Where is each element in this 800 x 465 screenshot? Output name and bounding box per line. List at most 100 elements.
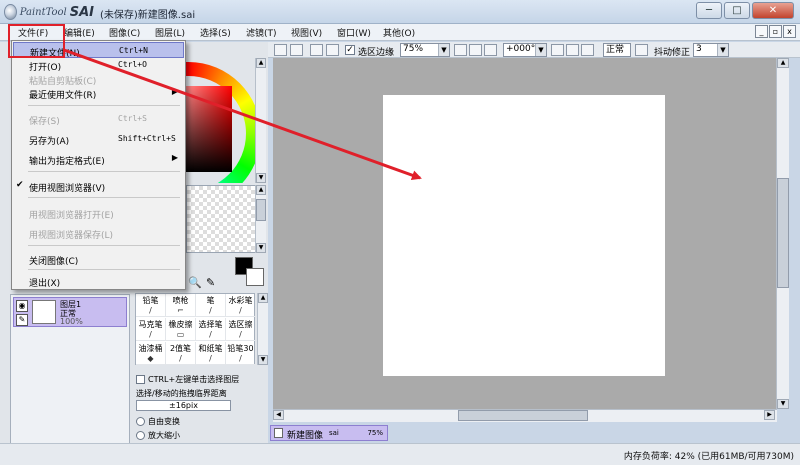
scratch-pad-scrollbar[interactable]: ▲ ▼ <box>255 185 266 253</box>
brush-label: 马克笔 <box>138 320 163 329</box>
brush-label: 2值笔 <box>169 344 192 353</box>
brush-eraser[interactable]: 橡皮擦 ▭ <box>166 318 196 341</box>
layers-panel: ◉ ✎ 图层1 正常 100% <box>10 294 130 444</box>
brush-pencil30[interactable]: 铅笔30/ <box>226 342 256 365</box>
document-tab[interactable]: 新建图像 sai 75% <box>270 425 388 441</box>
zoom-dropdown[interactable]: 75% ▼ <box>400 43 450 57</box>
brush-tool-panel: 铅笔 / 喷枪 ⌐ 笔 / 水彩笔 / 马克笔 / 橡皮擦 ▭ 选择笔 / 选区擦 / 油漆桶 ◆… <box>135 293 256 365</box>
drag-distance-field[interactable]: ±16pix <box>136 400 231 411</box>
zoom-in-button[interactable] <box>469 44 482 56</box>
doc-minimize-button[interactable]: _ <box>755 25 768 38</box>
free-transform-label: 自由变换 <box>148 417 180 426</box>
menu-item-save-as[interactable]: 另存为(A) Shift+Ctrl+S <box>13 131 184 147</box>
scroll-up-icon[interactable]: ▲ <box>256 58 266 68</box>
scale-option[interactable]: 放大缩小 <box>136 430 180 441</box>
brush-select-eraser[interactable]: 选区擦 / <box>226 318 256 341</box>
scroll-down-icon[interactable]: ▼ <box>258 355 268 365</box>
binary-pen-icon: / <box>179 354 182 363</box>
brush-pencil[interactable]: 铅笔 / <box>136 294 166 317</box>
brush-binary[interactable]: 2值笔 / <box>166 342 196 365</box>
menu-item-recent-files[interactable]: 最近使用文件(R) ▶ <box>13 85 184 101</box>
scratch-pad[interactable] <box>186 185 266 253</box>
toolbar-button[interactable] <box>290 44 303 56</box>
menu-item-save: 保存(S) Ctrl+S <box>13 111 184 127</box>
scroll-down-icon[interactable]: ▼ <box>777 399 789 409</box>
brush-watercolor[interactable]: 水彩笔 / <box>226 294 256 317</box>
visibility-eye-icon[interactable]: ◉ <box>16 300 28 312</box>
saturation-value-box[interactable] <box>186 86 232 172</box>
menu-item-close-image[interactable]: 关闭图像(C) <box>13 251 184 267</box>
scale-radio[interactable] <box>136 431 145 440</box>
drag-distance-label: 选择/移动的拖拽临界距离 <box>136 389 227 398</box>
rotate-reset-button[interactable] <box>581 44 594 56</box>
zoom-value: 75% <box>403 44 424 54</box>
menu-filter[interactable]: 滤镜(T) <box>246 26 277 39</box>
menu-item-use-viewer[interactable]: ✔ 使用视图浏览器(V) <box>13 178 184 194</box>
eyedropper-icon[interactable]: ✎ <box>206 276 215 289</box>
brush-label: 选择笔 <box>198 320 223 329</box>
scroll-up-icon[interactable]: ▲ <box>777 58 789 68</box>
layer-item[interactable]: ◉ ✎ 图层1 正常 100% <box>13 297 127 327</box>
menu-layer[interactable]: 图层(L) <box>155 26 185 39</box>
brush-marker[interactable]: 马克笔 / <box>136 318 166 341</box>
brush-airbrush[interactable]: 喷枪 ⌐ <box>166 294 196 317</box>
scroll-down-icon[interactable]: ▼ <box>256 173 266 183</box>
stabilizer-dropdown[interactable]: 3 ▼ <box>693 43 729 57</box>
menu-item-label: 用视图浏览器保存(L) <box>29 231 114 241</box>
menu-item-label: 另存为(A) <box>29 137 70 147</box>
zoom-out-button[interactable] <box>454 44 467 56</box>
mode-button[interactable]: 正常 <box>603 43 631 57</box>
scroll-up-icon[interactable]: ▲ <box>258 293 268 303</box>
layer-brush-icon[interactable]: ✎ <box>16 314 28 326</box>
scroll-down-icon[interactable]: ▼ <box>256 243 266 253</box>
menu-window[interactable]: 窗口(W) <box>337 26 371 39</box>
magnifier-icon[interactable]: 🔍 <box>188 276 202 289</box>
scroll-right-icon[interactable]: ▶ <box>764 410 775 420</box>
brush-bucket[interactable]: 油漆桶 ◆ <box>136 342 166 365</box>
toolbar-button[interactable] <box>326 44 339 56</box>
checkmark-icon: ✔ <box>16 180 24 190</box>
selection-edge-checkbox[interactable]: ✓ <box>345 45 355 55</box>
menu-select[interactable]: 选择(S) <box>200 26 231 39</box>
menu-item-export[interactable]: 输出为指定格式(E) ▶ <box>13 151 184 167</box>
canvas-horizontal-scrollbar[interactable]: ◀ ▶ <box>273 409 777 422</box>
scroll-up-icon[interactable]: ▲ <box>256 185 266 195</box>
menu-view[interactable]: 视图(V) <box>291 26 322 39</box>
minimize-button[interactable]: ─ <box>696 2 722 19</box>
flip-button[interactable] <box>635 44 648 56</box>
ctrl-click-checkbox[interactable] <box>136 375 145 384</box>
rotate-right-button[interactable] <box>566 44 579 56</box>
doc-restore-button[interactable]: ▫ <box>769 25 782 38</box>
free-transform-option[interactable]: 自由变换 <box>136 416 180 427</box>
maximize-button[interactable]: □ <box>724 2 750 19</box>
scroll-left-icon[interactable]: ◀ <box>273 410 284 420</box>
brush-select-pen[interactable]: 选择笔 / <box>196 318 226 341</box>
canvas-paper[interactable] <box>383 95 665 376</box>
scroll-thumb[interactable] <box>458 410 588 421</box>
close-button[interactable]: ✕ <box>752 2 794 19</box>
scroll-thumb[interactable] <box>777 178 789 288</box>
zoom-reset-button[interactable] <box>484 44 497 56</box>
menu-edit[interactable]: 编辑(E) <box>64 26 95 39</box>
toolbar-button[interactable] <box>310 44 323 56</box>
canvas-vertical-scrollbar[interactable]: ▲ ▼ <box>776 58 789 409</box>
menu-item-exit[interactable]: 退出(X) <box>13 273 184 289</box>
ctrl-click-option[interactable]: CTRL+左键单击选择图层 <box>136 374 239 385</box>
toolbar-button[interactable] <box>274 44 287 56</box>
color-panel-scrollbar[interactable]: ▲ ▼ <box>255 58 266 183</box>
document-tab-name: 新建图像 <box>287 431 324 441</box>
chevron-down-icon: ▼ <box>438 44 449 56</box>
brush-washi[interactable]: 和纸笔 / <box>196 342 226 365</box>
rotation-dropdown[interactable]: +000° ▼ <box>503 43 547 57</box>
menu-other[interactable]: 其他(O) <box>383 26 415 39</box>
rotate-left-button[interactable] <box>551 44 564 56</box>
brush-panel-scrollbar[interactable]: ▲ ▼ <box>257 293 268 365</box>
menu-image[interactable]: 图像(C) <box>109 26 140 39</box>
doc-close-button[interactable]: x <box>783 25 796 38</box>
free-transform-radio[interactable] <box>136 417 145 426</box>
canvas-viewport[interactable] <box>273 58 777 409</box>
brush-pen[interactable]: 笔 / <box>196 294 226 317</box>
brush-label: 笔 <box>206 296 215 305</box>
background-color-swatch[interactable] <box>246 268 264 286</box>
scroll-thumb[interactable] <box>256 199 266 221</box>
